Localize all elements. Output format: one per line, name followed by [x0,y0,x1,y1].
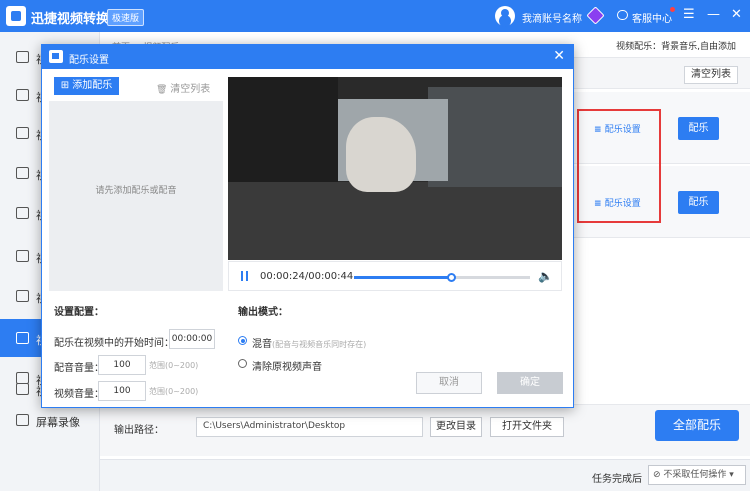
dialog-title-bar: 配乐设置 ✕ [42,45,573,69]
output-mode-title: 输出模式： [238,307,288,318]
audio-icon [16,89,29,101]
music-volume-input[interactable]: 100 [98,355,146,375]
highlight-box [577,109,661,223]
after-task-select[interactable]: ⊘ 不采取任何操作 ▾ [648,465,746,485]
add-music-button[interactable]: 配乐 [678,117,719,140]
app-logo-icon [6,6,26,26]
music-volume-range: 范围(0~200) [149,361,199,370]
music-settings-dialog: 配乐设置 ✕ 添加配乐 清空列表 请先添加配乐或配音 设置配置： 配乐在视频中的… [41,44,574,408]
more-icon [16,383,29,395]
account-name[interactable]: 我滴账号名称 [522,10,582,25]
video-preview [228,77,562,260]
mix-radio-label[interactable]: 混音(配音与视频音乐同时存在) [252,335,366,350]
mix-radio[interactable] [238,336,247,345]
progress-fill [354,276,451,279]
sidebar-item-label: 屏幕录像 [36,416,80,429]
video-frame-dancer [346,117,416,192]
watermark-icon [16,250,29,262]
add-music-button[interactable]: 配乐 [678,191,719,214]
record-icon [16,414,29,426]
change-directory-button[interactable]: 更改目录 [430,417,482,437]
output-path-field[interactable]: C:\Users\Administrator\Desktop [196,417,423,437]
person-icon [16,207,29,219]
music-volume-label: 配音音量： [54,363,104,374]
chat-icon[interactable] [617,10,628,20]
progress-knob[interactable] [446,273,456,282]
dialog-title: 配乐设置 [69,55,109,66]
clear-all-button[interactable]: 清空列表 [684,66,738,84]
customer-service-link[interactable]: 客服中心 [632,10,672,25]
volume-icon[interactable]: 🔈 [538,269,553,283]
music-icon [16,332,29,344]
playback-time: 00:00:24/00:00:44 [260,271,354,282]
open-folder-button[interactable]: 打开文件夹 [490,417,564,437]
image-icon [16,290,29,302]
gif-icon [16,167,29,179]
player-controls: 00:00:24/00:00:44 🔈 [228,261,562,291]
dialog-close-icon[interactable]: ✕ [553,48,565,64]
minimize-icon[interactable]: — [707,7,720,22]
play-icon [16,127,29,139]
output-bar: 输出路径： C:\Users\Administrator\Desktop 更改目… [100,404,750,456]
title-bar: 迅捷视频转换器 极速版 我滴账号名称 客服中心 ☰ — ✕ [0,0,750,32]
clear-music-list-button[interactable]: 清空列表 [156,80,210,95]
mode-description: 视频配乐：背景音乐,自由添加 [616,42,736,52]
pause-icon[interactable] [241,271,248,281]
edition-badge: 极速版 [107,9,145,26]
clear-audio-radio[interactable] [238,359,247,368]
empty-list-hint: 请先添加配乐或配音 [95,186,177,196]
mix-hint: (配音与视频音乐同时存在) [272,340,367,349]
clear-audio-label[interactable]: 清除原视频声音 [252,358,322,373]
video-volume-label: 视频音量： [54,389,104,400]
start-time-input[interactable]: 00:00:00 [169,329,215,349]
cancel-button[interactable]: 取消 [416,372,482,394]
after-task-label: 任务完成后 [592,474,642,485]
video-volume-range: 范围(0~200) [149,387,199,396]
video-frame-shadow [228,77,338,182]
status-bar: 任务完成后 ⊘ 不采取任何操作 ▾ [100,459,750,491]
all-music-button[interactable]: 全部配乐 [655,410,739,441]
progress-track[interactable] [354,273,530,282]
add-music-track-button[interactable]: 添加配乐 [54,77,119,95]
vip-diamond-icon[interactable] [586,6,605,25]
video-frame-floor [228,182,562,260]
notification-dot [670,7,675,12]
start-time-label: 配乐在视频中的开始时间： [54,338,174,349]
dialog-music-icon [49,50,63,63]
mix-label-text: 混音 [252,339,272,350]
video-volume-input[interactable]: 100 [98,381,146,401]
menu-icon[interactable]: ☰ [683,7,695,22]
avatar-icon[interactable] [495,6,515,26]
video-frame-wall [428,87,562,187]
output-path-label: 输出路径： [114,425,164,436]
settings-title: 设置配置： [54,307,104,318]
confirm-button[interactable]: 确定 [497,372,563,394]
music-list: 请先添加配乐或配音 [49,101,223,291]
close-window-icon[interactable]: ✕ [731,7,742,22]
video-convert-icon [16,51,29,63]
